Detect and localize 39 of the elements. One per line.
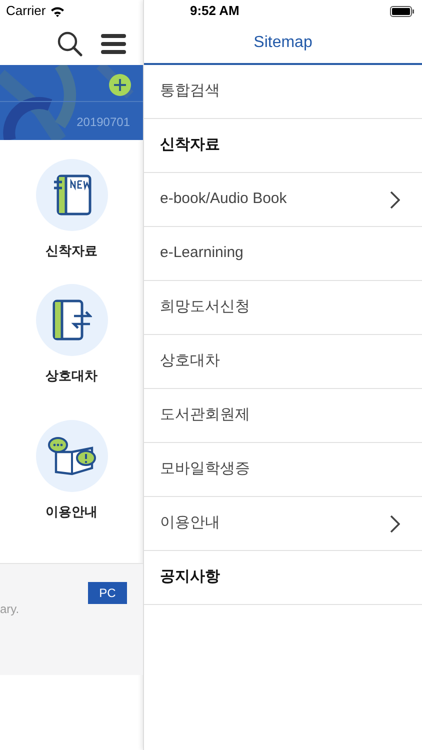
book-exchange-icon [52,298,92,342]
item-label: 공지사항 [160,567,220,588]
item-label: e-book/Audio Book [160,189,287,210]
sitemap-item[interactable]: 신착자료 [144,119,422,173]
sitemap-item[interactable]: e-book/Audio Book [144,173,422,227]
wifi-icon [50,6,65,16]
shortcut-label[interactable]: 상호대차 [46,366,98,385]
sitemap-item[interactable]: 도서관회원제 [144,389,422,443]
sitemap-title: Sitemap [254,32,312,52]
sitemap-item[interactable]: 모바일학생증 [144,443,422,497]
sitemap-item[interactable]: 공지사항 [144,551,422,605]
sitemap-item[interactable]: 희망도서신청 [144,281,422,335]
item-label: 이용안내 [160,513,220,534]
search-icon[interactable] [57,30,83,56]
notebook-icon [52,173,92,217]
footer-text: ary. [0,601,20,618]
shortcut-label[interactable]: 이용안내 [46,502,98,522]
shortcut-label[interactable]: 신착자료 [46,241,98,260]
chevron-icon [390,190,400,208]
item-label: 희망도서신청 [160,297,250,318]
sitemap-item[interactable]: 상호대차 [144,335,422,389]
sitemap-item[interactable]: 통합검색 [144,65,422,119]
item-label: 모바일학생증 [160,459,250,480]
add-icon[interactable] [109,74,131,96]
item-label: 상호대차 [160,351,220,372]
menu-icon[interactable] [101,32,126,54]
item-label: 도서관회원제 [160,405,250,426]
chevron-icon [390,514,400,532]
date-label: 20190701 [76,114,130,131]
item-label: e-Learnining [160,243,244,264]
item-label: 통합검색 [160,81,220,102]
battery-icon [390,6,415,16]
time-label: 9:52 AM [190,2,240,20]
carrier-label: Carrier [6,2,46,20]
book-speech-icon [48,436,96,476]
sitemap-item[interactable]: 이용안내 [144,497,422,551]
sitemap-item[interactable]: e-Learnining [144,227,422,281]
item-label: 신착자료 [160,135,220,156]
pc-button[interactable]: PC [88,582,127,604]
